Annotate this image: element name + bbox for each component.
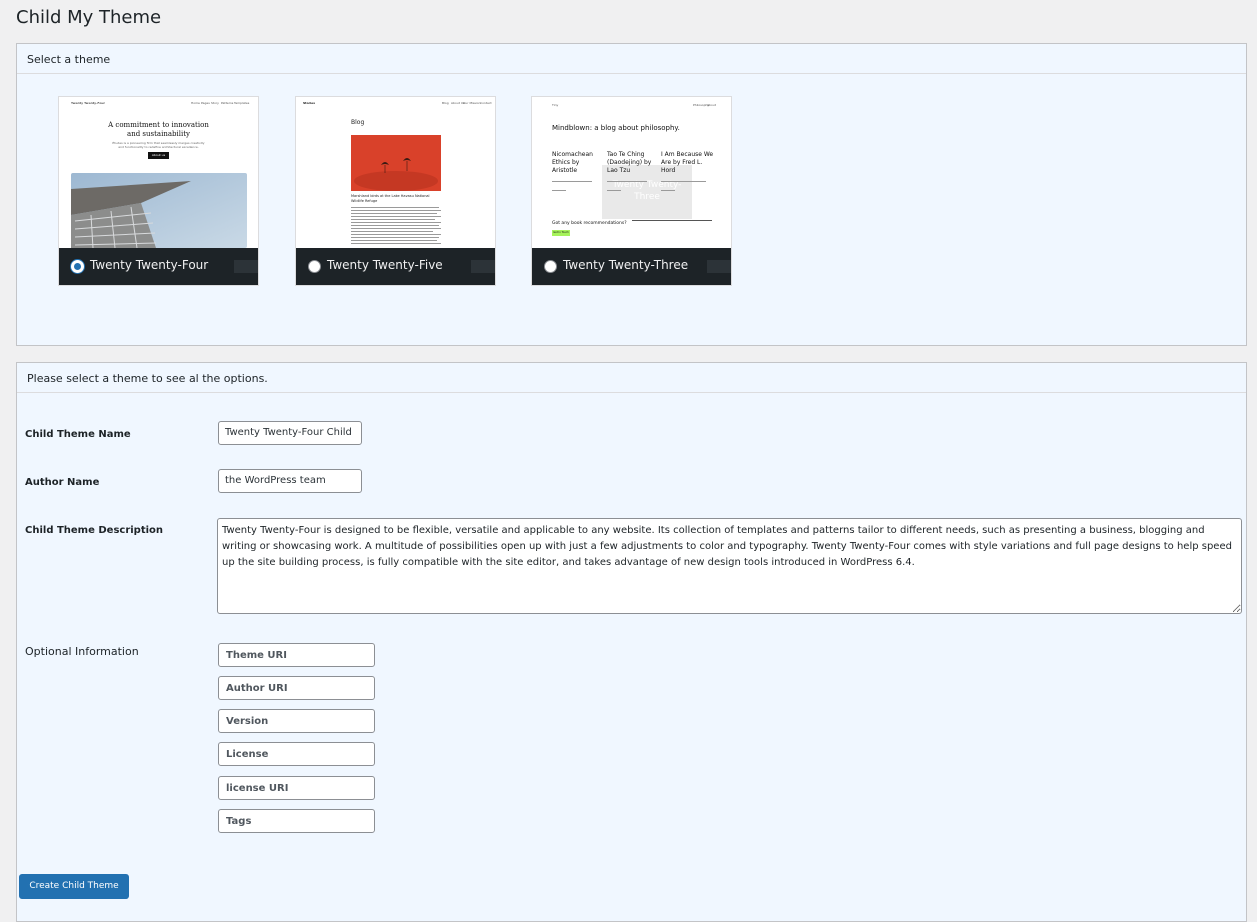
author-uri-input[interactable] — [218, 676, 375, 700]
theme-select-panel: Select a theme Twenty Twenty-Four Home P… — [16, 43, 1247, 346]
theme-name-label: Twenty Twenty-Five — [327, 258, 443, 272]
preview-post: Nicomachean Ethics by Aristotle — [552, 151, 593, 174]
theme-screenshot: Stories Blog About Us Our Mission Contac… — [296, 97, 495, 248]
preview-post: I Am Because We Are by Fred L. Hord — [661, 151, 714, 174]
theme-screenshot: Twenty Twenty-Four Home Pages Story Patt… — [59, 97, 258, 248]
preview-bird-image — [351, 135, 441, 191]
license-input[interactable] — [218, 742, 375, 766]
preview-heading: Blog — [351, 119, 365, 126]
preview-caption: Marshland birds at the Lake Havasu Natio… — [351, 194, 430, 198]
theme-card-twenty-twenty-four[interactable]: Twenty Twenty-Four Home Pages Story Patt… — [58, 96, 259, 286]
preview-site-title: Stories — [303, 101, 315, 105]
tags-input[interactable] — [218, 809, 375, 833]
page-title: Child My Theme — [16, 7, 162, 28]
theme-card-twenty-twenty-five[interactable]: Stories Blog About Us Our Mission Contac… — [295, 96, 496, 286]
theme-name-bar: Twenty Twenty-Three — [532, 248, 731, 285]
version-input[interactable] — [218, 709, 375, 733]
preview-nav-item: Our Mission — [463, 101, 481, 105]
optional-information-label: Optional Information — [25, 645, 139, 658]
theme-name-bar: Twenty Twenty-Four — [59, 248, 258, 285]
child-theme-name-label: Child Theme Name — [25, 429, 131, 440]
theme-name-label: Twenty Twenty-Three — [563, 258, 689, 272]
preview-footer-button: Get In Touch — [552, 230, 570, 236]
create-child-theme-button[interactable]: Create Child Theme — [19, 874, 129, 899]
preview-nav-item: Blog — [442, 101, 449, 105]
theme-radio[interactable] — [544, 260, 557, 273]
theme-bar-block — [707, 260, 731, 273]
theme-screenshot: Tiny Philosophy About Mindblown: a blog … — [532, 97, 731, 248]
preview-post: Tao Te Ching (Daodejing) by Lao Tzu — [607, 151, 652, 174]
preview-caption: Wildlife Refuge — [351, 198, 378, 203]
child-theme-description-textarea[interactable]: Twenty Twenty-Four is designed to be fle… — [217, 518, 1242, 614]
theme-bar-block — [471, 260, 495, 273]
preview-button: About us — [148, 152, 169, 159]
preview-heading: A commitment to innovation — [108, 121, 209, 129]
preview-heading: and sustainability — [127, 130, 190, 138]
preview-architecture-image — [71, 173, 247, 248]
theme-name-bar: Twenty Twenty-Five — [296, 248, 495, 285]
theme-bar-block — [234, 260, 258, 273]
preview-nav-item: Contact — [480, 101, 492, 105]
preview-subtitle: and functionality to redefine architectu… — [118, 145, 199, 149]
theme-name-label: Twenty Twenty-Four — [90, 258, 209, 272]
child-theme-name-input[interactable]: Twenty Twenty-Four Child — [218, 421, 362, 445]
author-name-input[interactable]: the WordPress team — [218, 469, 362, 493]
preview-heading: Mindblown: a blog about philosophy. — [552, 124, 680, 132]
preview-site-title: Tiny — [552, 103, 559, 107]
preview-nav-item: About — [707, 103, 716, 107]
license-uri-input[interactable] — [218, 776, 375, 800]
child-theme-description-label: Child Theme Description — [25, 525, 164, 536]
theme-panel-header: Select a theme — [17, 44, 1246, 74]
preview-nav-item: Story — [211, 101, 219, 105]
preview-footer-text: Got any book recommendations? — [552, 221, 627, 226]
preview-nav-item: Home — [191, 101, 200, 105]
preview-overlay-text: Three — [634, 192, 660, 202]
theme-options-panel: Please select a theme to see al the opti… — [16, 362, 1247, 922]
theme-card-twenty-twenty-three[interactable]: Tiny Philosophy About Mindblown: a blog … — [531, 96, 732, 286]
preview-nav-item: Pages — [201, 101, 210, 105]
preview-site-title: Twenty Twenty-Four — [71, 101, 105, 105]
theme-uri-input[interactable] — [218, 643, 375, 667]
options-panel-header: Please select a theme to see al the opti… — [17, 363, 1246, 393]
preview-nav-item: Templates — [234, 101, 250, 105]
theme-radio-checked[interactable] — [71, 260, 84, 273]
theme-radio[interactable] — [308, 260, 321, 273]
preview-nav-item: Patterns — [221, 101, 234, 105]
author-name-label: Author Name — [25, 477, 100, 488]
